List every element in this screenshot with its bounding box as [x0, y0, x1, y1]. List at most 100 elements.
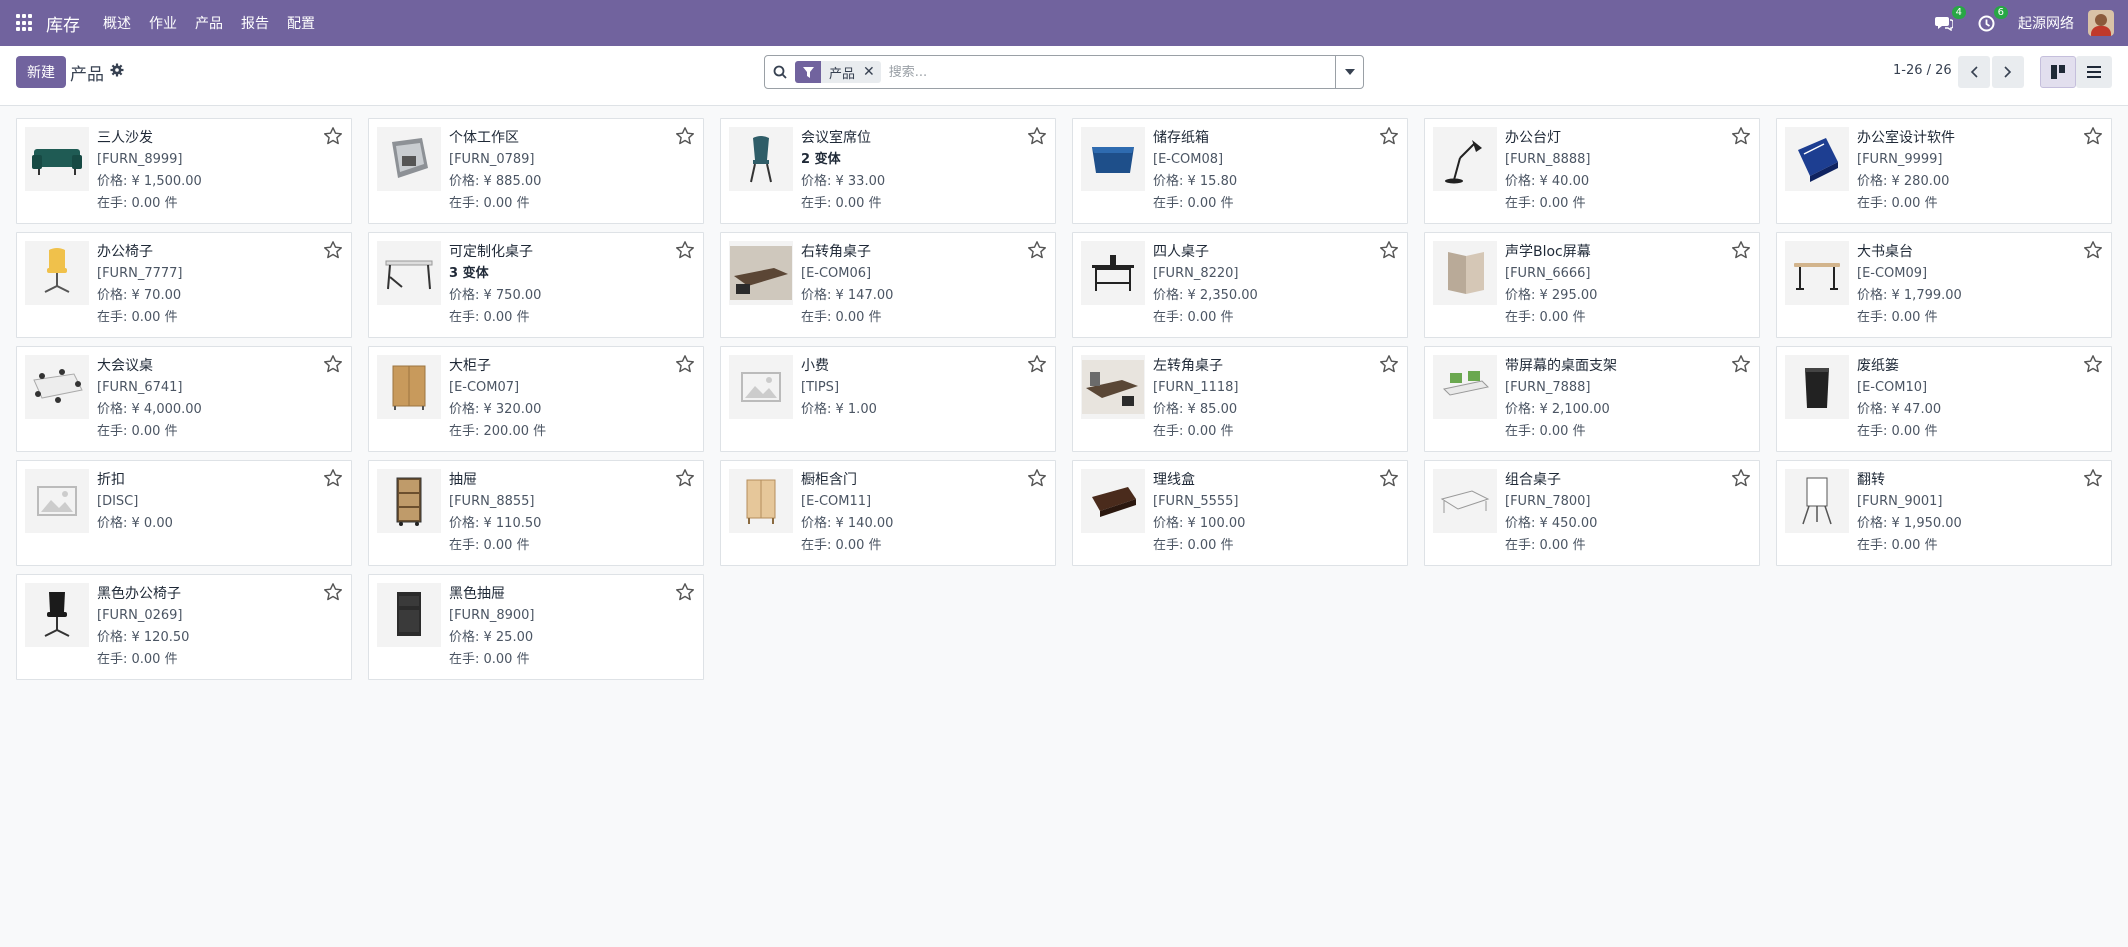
product-reference: [FURN_7888]: [1505, 380, 1591, 395]
product-card[interactable]: 办公椅子 [FURN_7777] 价格: ¥ 70.00 在手: 0.00 件: [16, 232, 352, 338]
remove-facet-icon[interactable]: ✕: [861, 64, 881, 80]
star-icon[interactable]: [1731, 468, 1751, 488]
product-price: 价格: ¥ 280.00: [1857, 174, 1950, 189]
product-card[interactable]: 黑色抽屉 [FURN_8900] 价格: ¥ 25.00 在手: 0.00 件: [368, 574, 704, 680]
product-card[interactable]: 大书桌台 [E-COM09] 价格: ¥ 1,799.00 在手: 0.00 件: [1776, 232, 2112, 338]
activities-button[interactable]: 6: [1976, 6, 2008, 33]
pager-next-button[interactable]: [1992, 56, 2024, 88]
company-switcher[interactable]: 起源网络: [2018, 13, 2074, 33]
app-name[interactable]: 库存: [46, 11, 80, 36]
chevron-right-icon: [2004, 66, 2012, 78]
star-icon[interactable]: [323, 354, 343, 374]
product-card[interactable]: 声学Bloc屏幕 [FURN_6666] 价格: ¥ 295.00 在手: 0.…: [1424, 232, 1760, 338]
star-icon[interactable]: [1027, 126, 1047, 146]
product-kanban: 三人沙发 [FURN_8999] 价格: ¥ 1,500.00 在手: 0.00…: [16, 118, 2112, 680]
product-card[interactable]: 大柜子 [E-COM07] 价格: ¥ 320.00 在手: 200.00 件: [368, 346, 704, 452]
menu-reporting[interactable]: 报告: [241, 13, 269, 33]
star-icon[interactable]: [1731, 126, 1751, 146]
product-card[interactable]: 办公室设计软件 [FURN_9999] 价格: ¥ 280.00 在手: 0.0…: [1776, 118, 2112, 224]
product-price: 价格: ¥ 40.00: [1505, 174, 1590, 189]
star-icon[interactable]: [1027, 240, 1047, 260]
product-name: 理线盒: [1153, 472, 1195, 488]
software-box-image: [1785, 127, 1849, 191]
product-card[interactable]: 翻转 [FURN_9001] 价格: ¥ 1,950.00 在手: 0.00 件: [1776, 460, 2112, 566]
product-card[interactable]: 小费 [TIPS] 价格: ¥ 1.00: [720, 346, 1056, 452]
star-icon[interactable]: [323, 582, 343, 602]
menu-overview[interactable]: 概述: [103, 13, 131, 33]
product-on-hand: 在手: 0.00 件: [97, 424, 178, 439]
product-card[interactable]: 大会议桌 [FURN_6741] 价格: ¥ 4,000.00 在手: 0.00…: [16, 346, 352, 452]
product-card[interactable]: 橱柜含门 [E-COM11] 价格: ¥ 140.00 在手: 0.00 件: [720, 460, 1056, 566]
product-reference: [E-COM10]: [1857, 380, 1928, 395]
star-icon[interactable]: [675, 240, 695, 260]
product-card[interactable]: 左转角桌子 [FURN_1118] 价格: ¥ 85.00 在手: 0.00 件: [1072, 346, 1408, 452]
star-icon[interactable]: [1379, 468, 1399, 488]
product-card[interactable]: 三人沙发 [FURN_8999] 价格: ¥ 1,500.00 在手: 0.00…: [16, 118, 352, 224]
activity-badge: 6: [1993, 6, 2008, 19]
chat-icon: [1935, 17, 1953, 31]
product-card[interactable]: 废纸篓 [E-COM10] 价格: ¥ 47.00 在手: 0.00 件: [1776, 346, 2112, 452]
pager-value[interactable]: 1-26 / 26: [1893, 63, 1952, 78]
star-icon[interactable]: [2083, 240, 2103, 260]
product-card[interactable]: 抽屉 [FURN_8855] 价格: ¥ 110.50 在手: 0.00 件: [368, 460, 704, 566]
search-icon[interactable]: [765, 56, 795, 88]
product-on-hand: 在手: 0.00 件: [801, 310, 882, 325]
gear-icon[interactable]: [110, 63, 124, 77]
product-card[interactable]: 理线盒 [FURN_5555] 价格: ¥ 100.00 在手: 0.00 件: [1072, 460, 1408, 566]
product-price: 价格: ¥ 320.00: [449, 402, 542, 417]
product-card[interactable]: 右转角桌子 [E-COM06] 价格: ¥ 147.00 在手: 0.00 件: [720, 232, 1056, 338]
product-card[interactable]: 可定制化桌子 3 变体 价格: ¥ 750.00 在手: 0.00 件: [368, 232, 704, 338]
product-name: 橱柜含门: [801, 472, 857, 488]
product-card[interactable]: 储存纸箱 [E-COM08] 价格: ¥ 15.80 在手: 0.00 件: [1072, 118, 1408, 224]
product-card[interactable]: 折扣 [DISC] 价格: ¥ 0.00: [16, 460, 352, 566]
product-card[interactable]: 个体工作区 [FURN_0789] 价格: ¥ 885.00 在手: 0.00 …: [368, 118, 704, 224]
star-icon[interactable]: [1379, 354, 1399, 374]
product-price: 价格: ¥ 140.00: [801, 516, 894, 531]
product-on-hand: 在手: 0.00 件: [801, 196, 882, 211]
star-icon[interactable]: [2083, 354, 2103, 374]
star-icon[interactable]: [323, 126, 343, 146]
product-card[interactable]: 组合桌子 [FURN_7800] 价格: ¥ 450.00 在手: 0.00 件: [1424, 460, 1760, 566]
search-input[interactable]: [888, 64, 1335, 80]
star-icon[interactable]: [2083, 468, 2103, 488]
user-avatar[interactable]: [2088, 10, 2114, 36]
product-card[interactable]: 会议室席位 2 变体 价格: ¥ 33.00 在手: 0.00 件: [720, 118, 1056, 224]
star-icon[interactable]: [1379, 240, 1399, 260]
star-icon[interactable]: [2083, 126, 2103, 146]
product-reference: [FURN_6666]: [1505, 266, 1591, 281]
star-icon[interactable]: [675, 468, 695, 488]
star-icon[interactable]: [1027, 468, 1047, 488]
product-card[interactable]: 办公台灯 [FURN_8888] 价格: ¥ 40.00 在手: 0.00 件: [1424, 118, 1760, 224]
star-icon[interactable]: [1379, 126, 1399, 146]
menu-operations[interactable]: 作业: [149, 13, 177, 33]
star-icon[interactable]: [675, 582, 695, 602]
product-name: 废纸篓: [1857, 358, 1899, 374]
product-card[interactable]: 带屏幕的桌面支架 [FURN_7888] 价格: ¥ 2,100.00 在手: …: [1424, 346, 1760, 452]
star-icon[interactable]: [675, 126, 695, 146]
pager-previous-button[interactable]: [1958, 56, 1990, 88]
star-icon[interactable]: [323, 240, 343, 260]
search-options-toggle[interactable]: [1335, 56, 1363, 88]
star-icon[interactable]: [1731, 240, 1751, 260]
star-icon[interactable]: [323, 468, 343, 488]
star-icon[interactable]: [1731, 354, 1751, 374]
star-icon[interactable]: [675, 354, 695, 374]
product-on-hand: 在手: 0.00 件: [1857, 310, 1938, 325]
product-variants: 2 变体: [801, 152, 841, 167]
menu-products[interactable]: 产品: [195, 13, 223, 33]
top-navbar: 库存 概述 作业 产品 报告 配置 4 6 起源网络: [0, 0, 2128, 46]
product-card[interactable]: 四人桌子 [FURN_8220] 价格: ¥ 2,350.00 在手: 0.00…: [1072, 232, 1408, 338]
star-icon[interactable]: [1027, 354, 1047, 374]
apps-menu-icon[interactable]: [16, 14, 34, 32]
product-reference: [E-COM08]: [1153, 152, 1224, 167]
kanban-view-button[interactable]: [2040, 56, 2076, 88]
messages-button[interactable]: 4: [1934, 6, 1966, 33]
product-reference: [FURN_7800]: [1505, 494, 1591, 509]
product-reference: [DISC]: [97, 494, 139, 509]
product-on-hand: 在手: 0.00 件: [1505, 196, 1586, 211]
product-reference: [FURN_8999]: [97, 152, 183, 167]
list-view-button[interactable]: [2076, 56, 2112, 88]
menu-configuration[interactable]: 配置: [287, 13, 315, 33]
new-button[interactable]: 新建: [16, 56, 66, 88]
product-card[interactable]: 黑色办公椅子 [FURN_0269] 价格: ¥ 120.50 在手: 0.00…: [16, 574, 352, 680]
